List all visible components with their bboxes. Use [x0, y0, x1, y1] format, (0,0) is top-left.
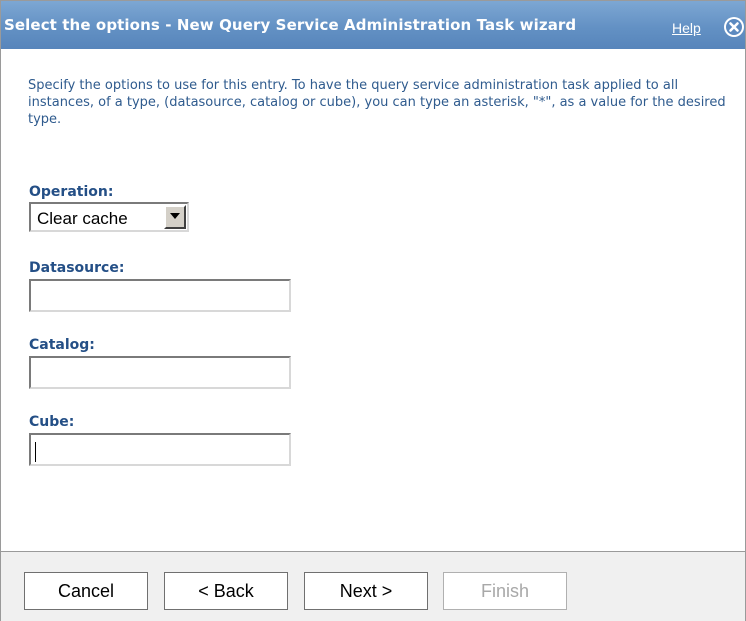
dialog-title: Select the options - New Query Service A… [4, 16, 577, 34]
next-button[interactable]: Next > [304, 572, 428, 610]
help-link[interactable]: Help [672, 20, 701, 36]
dropdown-arrow-icon[interactable] [164, 205, 186, 229]
cube-label: Cube: [29, 414, 75, 430]
operation-label: Operation: [29, 184, 114, 200]
cube-input[interactable] [29, 433, 291, 466]
operation-selected-value: Clear cache [37, 209, 128, 228]
cancel-button[interactable]: Cancel [24, 572, 148, 610]
wizard-dialog: Select the options - New Query Service A… [0, 0, 746, 621]
catalog-input[interactable] [29, 356, 291, 389]
button-bar: Cancel < Back Next > Finish [1, 551, 745, 621]
operation-select[interactable]: Clear cache [29, 202, 189, 232]
close-icon[interactable] [724, 17, 744, 37]
back-button[interactable]: < Back [164, 572, 288, 610]
datasource-input[interactable] [29, 279, 291, 312]
instructions-text: Specify the options to use for this entr… [28, 78, 726, 127]
text-cursor [35, 442, 36, 462]
datasource-label: Datasource: [29, 260, 125, 276]
dialog-title-bar: Select the options - New Query Service A… [1, 1, 745, 49]
catalog-label: Catalog: [29, 337, 95, 353]
finish-button[interactable]: Finish [443, 572, 567, 610]
